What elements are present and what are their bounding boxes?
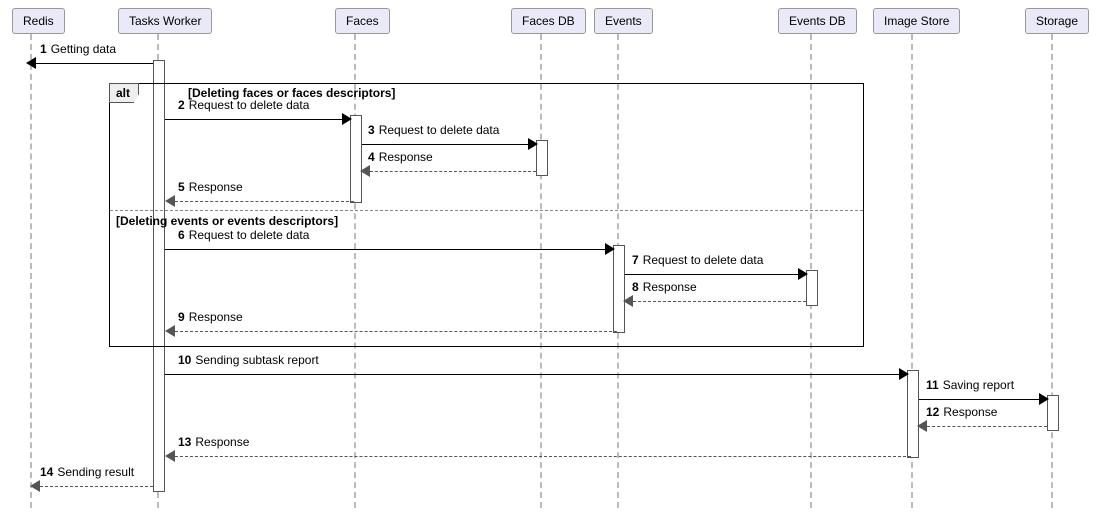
msg-7: 7Request to delete data xyxy=(0,267,1096,281)
msg-3: 3Request to delete data xyxy=(0,137,1096,151)
activation-image-store xyxy=(907,370,919,458)
actor-image-store: Image Store xyxy=(873,8,960,34)
actor-events-db: Events DB xyxy=(778,8,857,34)
alt-divider xyxy=(110,210,863,211)
alt-guard-2: [Deleting events or events descriptors] xyxy=(116,214,338,228)
msg-1: 1Getting data xyxy=(0,56,1096,70)
actor-faces-db: Faces DB xyxy=(511,8,586,34)
actor-tasks-worker: Tasks Worker xyxy=(118,8,212,34)
actor-faces: Faces xyxy=(335,8,390,34)
msg-4: 4Response xyxy=(0,164,1096,178)
msg-6: 6Request to delete data xyxy=(0,242,1096,256)
msg-2: 2Request to delete data xyxy=(0,112,1096,126)
msg-9: 9Response xyxy=(0,324,1096,338)
msg-5: 5Response xyxy=(0,194,1096,208)
msg-12: 12Response xyxy=(0,419,1096,433)
actor-redis: Redis xyxy=(12,8,65,34)
msg-8: 8Response xyxy=(0,294,1096,308)
sequence-diagram: Redis Tasks Worker Faces Faces DB Events… xyxy=(0,0,1096,516)
msg-13: 13Response xyxy=(0,449,1096,463)
actor-events: Events xyxy=(594,8,653,34)
msg-11: 11Saving report xyxy=(0,392,1096,406)
msg-14: 14Sending result xyxy=(0,479,1096,493)
alt-label: alt xyxy=(109,83,139,103)
actor-storage: Storage xyxy=(1025,8,1089,34)
